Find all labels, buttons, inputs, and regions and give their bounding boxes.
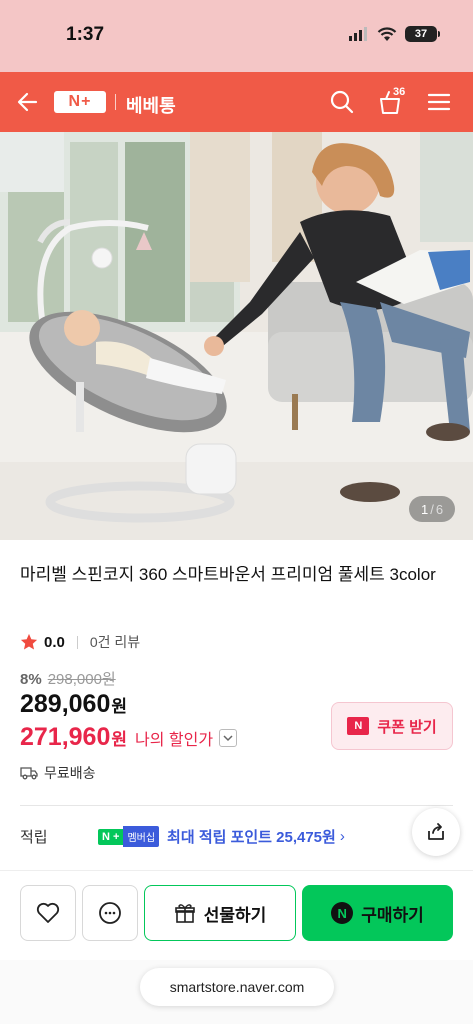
store-name[interactable]: 베베통 [126, 92, 176, 118]
app-header: N+ 베베통 36 [0, 72, 473, 132]
chevron-right-icon: › [339, 828, 345, 845]
menu-icon[interactable] [426, 89, 452, 115]
url-field[interactable]: smartstore.naver.com [140, 968, 334, 1006]
coupon-button[interactable]: N 쿠폰 받기 [331, 702, 453, 750]
original-price: 298,000원 [47, 671, 116, 688]
buy-button-label: 구매하기 [361, 905, 424, 925]
points-label: 적립 [20, 829, 48, 846]
coupon-button-label: 쿠폰 받기 [377, 718, 437, 736]
status-bar: 1:37 37 [0, 0, 473, 72]
star-icon [20, 633, 38, 650]
rating-divider [76, 635, 78, 649]
chat-icon [99, 902, 121, 924]
cart-count-badge: 36 [393, 86, 406, 98]
my-discount-price-unit: 원 [111, 730, 128, 749]
image-counter-total: 6 [435, 501, 444, 517]
price-row: 289,060 원 [20, 690, 127, 719]
share-icon [428, 823, 444, 840]
share-button[interactable] [412, 808, 460, 856]
rating-row[interactable]: 0.0 0건 리뷰 [20, 632, 140, 652]
product-image[interactable]: 1 / 6 [0, 132, 473, 540]
npay-icon: N [331, 902, 354, 924]
points-row[interactable]: 적립 N + 멤버십 최대 적립 포인트 25,475원 › [20, 826, 345, 847]
image-counter-current: 1 [420, 501, 429, 517]
truck-icon [20, 767, 38, 780]
battery-icon: 37 [405, 26, 440, 42]
membership-badge: N + 멤버십 [98, 826, 160, 847]
signal-icon [349, 27, 367, 41]
discount-row: 8% 298,000원 [20, 668, 116, 689]
bottom-action-bar: 선물하기 N 구매하기 [0, 870, 473, 970]
search-icon[interactable] [328, 88, 356, 116]
image-counter: 1 / 6 [409, 496, 455, 522]
sale-price: 289,060 [20, 690, 111, 718]
header-divider [115, 94, 116, 110]
points-text[interactable]: 최대 적립 포인트 25,475원 [167, 826, 336, 847]
talk-button[interactable] [82, 885, 138, 941]
wishlist-button[interactable] [20, 885, 76, 941]
discount-rate: 8% [20, 671, 42, 688]
back-arrow-icon[interactable] [14, 88, 42, 116]
coupon-icon: N [347, 717, 370, 735]
product-title: 마리벨 스핀코지 360 스마트바운서 프리미엄 풀세트 3color [20, 565, 436, 584]
chevron-down-icon[interactable] [219, 728, 238, 747]
image-counter-slash: / [430, 501, 434, 517]
membership-badge-n: N + [98, 828, 124, 845]
my-discount-price: 271,960 [20, 723, 111, 751]
wifi-icon [377, 26, 397, 41]
my-price-row[interactable]: 271,960 원 나의 할인가 [20, 723, 238, 752]
heart-icon [36, 902, 60, 923]
status-icons: 37 [349, 26, 440, 42]
product-photo [0, 132, 473, 540]
shipping-row: 무료배송 [20, 763, 96, 783]
my-discount-label: 나의 할인가 [135, 731, 214, 749]
buy-button[interactable]: N 구매하기 [302, 885, 453, 941]
gift-button[interactable]: 선물하기 [144, 885, 296, 941]
gift-icon [174, 904, 195, 923]
gift-button-label: 선물하기 [203, 905, 267, 925]
rating-value: 0.0 [44, 633, 65, 651]
sale-price-unit: 원 [111, 697, 128, 716]
review-count[interactable]: 0건 리뷰 [90, 632, 140, 652]
status-time: 1:37 [66, 24, 105, 45]
brand-logo[interactable]: N+ [54, 91, 106, 113]
shipping-text: 무료배송 [44, 765, 96, 781]
membership-badge-text: 멤버십 [123, 826, 160, 847]
section-divider [20, 805, 453, 806]
